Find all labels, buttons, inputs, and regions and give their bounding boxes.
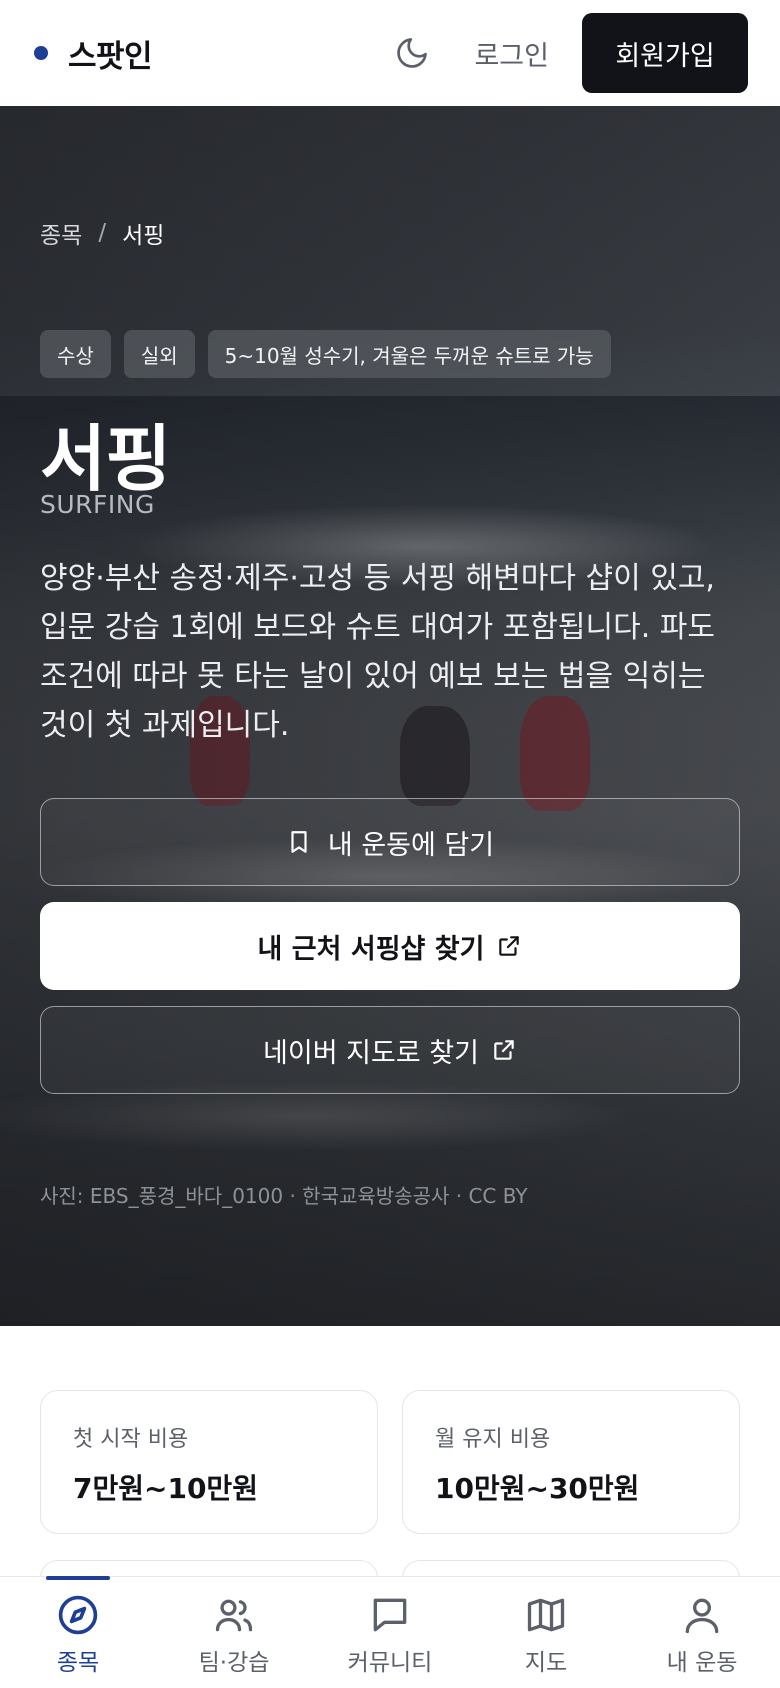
bookmark-icon [286, 828, 312, 856]
breadcrumb-separator: / [98, 220, 107, 246]
cost-card-monthly: 월 유지 비용 10만원~30만원 [402, 1390, 740, 1534]
chat-icon [373, 1598, 407, 1632]
nav-label: 지도 [524, 1650, 568, 1676]
breadcrumb: 종목 / 서핑 [40, 216, 164, 250]
active-tab-indicator [46, 1576, 110, 1580]
tag-outdoor: 실외 [123, 330, 195, 378]
external-link-icon [491, 1037, 517, 1063]
breadcrumb-item-current: 서핑 [122, 223, 165, 249]
photo-credit: 사진: EBS_풍경_바다_0100 · 한국교육방송공사 · CC BY [40, 1184, 528, 1208]
save-button-label: 내 운동에 담기 [327, 829, 495, 861]
bottom-navigation: 종목 팀·강습 커뮤니티 지도 내 운동 [0, 1576, 780, 1688]
page-subtitle-english: SURFING [40, 490, 155, 519]
hero-section: 종목 / 서핑 수상 실외 5~10월 성수기, 겨울은 두꺼운 슈트로 가능 … [0, 106, 780, 1326]
theme-toggle-button[interactable] [384, 25, 440, 81]
save-to-my-sports-button[interactable]: 내 운동에 담기 [40, 798, 740, 886]
cost-card-value: 10만원~30만원 [435, 1472, 640, 1505]
login-link[interactable]: 로그인 [474, 34, 549, 73]
nav-item-my-sports[interactable]: 내 운동 [624, 1577, 780, 1688]
cost-card-start: 첫 시작 비용 7만원~10만원 [40, 1390, 378, 1534]
nav-label: 내 운동 [666, 1650, 738, 1676]
map-icon [527, 1598, 565, 1632]
nav-item-map[interactable]: 지도 [468, 1577, 624, 1688]
compass-icon [58, 1595, 98, 1635]
tag-season: 5~10월 성수기, 겨울은 두꺼운 슈트로 가능 [207, 330, 611, 378]
naver-map-button[interactable]: 네이버 지도로 찾기 [40, 1006, 740, 1094]
external-link-icon [496, 933, 522, 959]
breadcrumb-item-category[interactable]: 종목 [40, 216, 82, 250]
top-header: 스팟인 로그인 회원가입 [0, 0, 780, 106]
nav-item-community[interactable]: 커뮤니티 [312, 1577, 468, 1688]
nav-label: 커뮤니티 [347, 1650, 433, 1676]
tag-water: 수상 [40, 330, 111, 378]
cost-card-value: 7만원~10만원 [73, 1472, 258, 1505]
logo[interactable]: 스팟인 [68, 31, 153, 76]
find-nearby-shop-button[interactable]: 내 근처 서핑샵 찾기 [40, 902, 740, 990]
nav-label: 팀·강습 [198, 1650, 270, 1676]
moon-icon [397, 38, 428, 68]
users-icon [215, 1599, 253, 1632]
find-shop-button-label: 내 근처 서핑샵 찾기 [257, 933, 485, 965]
user-icon [685, 1598, 719, 1634]
logo-dot-icon [34, 46, 48, 60]
sport-description: 양양·부산 송정·제주·고성 등 서핑 해변마다 샵이 있고, 입문 강습 1회… [40, 561, 715, 743]
tag-list: 수상 실외 5~10월 성수기, 겨울은 두꺼운 슈트로 가능 [40, 330, 611, 378]
naver-map-button-label: 네이버 지도로 찾기 [263, 1037, 479, 1069]
cost-card-label: 첫 시작 비용 [73, 1427, 189, 1452]
signup-button[interactable]: 회원가입 [582, 13, 748, 93]
nav-item-teams-lessons[interactable]: 팀·강습 [156, 1577, 312, 1688]
nav-item-sports[interactable]: 종목 [0, 1576, 156, 1688]
cost-card-label: 월 유지 비용 [435, 1427, 551, 1452]
nav-label: 종목 [56, 1650, 100, 1676]
